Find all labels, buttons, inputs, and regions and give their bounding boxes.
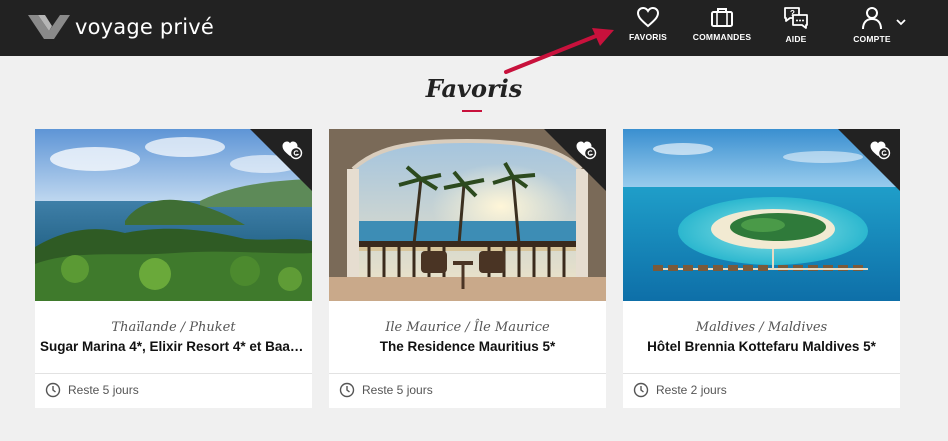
annotation-arrow-icon bbox=[504, 28, 614, 74]
card-footer: Reste 2 jours bbox=[633, 380, 727, 400]
chevron-down-icon[interactable] bbox=[896, 18, 906, 26]
clock-icon bbox=[339, 382, 355, 398]
card-remaining-time: Reste 2 jours bbox=[656, 383, 727, 397]
clock-icon bbox=[633, 382, 649, 398]
card-divider bbox=[623, 373, 900, 374]
card-remaining-time: Reste 5 jours bbox=[362, 383, 433, 397]
favorite-card[interactable]: Maldives / Maldives Hôtel Brennia Kottef… bbox=[623, 129, 900, 408]
card-hotel-name[interactable]: The Residence Mauritius 5* bbox=[334, 339, 601, 354]
card-divider bbox=[35, 373, 312, 374]
page-title: Favoris bbox=[425, 74, 523, 103]
card-divider bbox=[329, 373, 606, 374]
voyage-prive-logo[interactable]: voyage privé bbox=[28, 13, 214, 41]
card-hotel-name[interactable]: Sugar Marina 4*, Elixir Resort 4* et Baa… bbox=[40, 339, 307, 354]
user-icon bbox=[862, 7, 882, 30]
nav-compte-label: COMPTE bbox=[853, 34, 891, 44]
nav-commandes[interactable]: COMMANDES bbox=[688, 6, 756, 50]
card-location: Thaïlande / Phuket bbox=[111, 320, 236, 335]
card-location: Ile Maurice / Île Maurice bbox=[385, 320, 550, 335]
nav-favoris-label: FAVORIS bbox=[628, 32, 668, 42]
favorite-heart-icon[interactable] bbox=[281, 138, 303, 160]
nav-aide[interactable]: ? AIDE bbox=[772, 6, 820, 50]
card-footer: Reste 5 jours bbox=[45, 380, 139, 400]
logo-text: voyage privé bbox=[75, 15, 215, 39]
svg-text:?: ? bbox=[790, 9, 795, 18]
nav-favoris[interactable]: FAVORIS bbox=[622, 6, 674, 50]
card-footer: Reste 5 jours bbox=[339, 380, 433, 400]
top-header: voyage privé FAVORIS COMMANDES ? AIDE CO… bbox=[0, 0, 948, 56]
favorite-heart-icon[interactable] bbox=[869, 138, 891, 160]
suitcase-icon bbox=[711, 8, 733, 27]
favorite-card[interactable]: Thaïlande / Phuket Sugar Marina 4*, Elix… bbox=[35, 129, 312, 408]
heart-icon bbox=[636, 6, 660, 28]
clock-icon bbox=[45, 382, 61, 398]
nav-compte[interactable]: COMPTE bbox=[846, 6, 898, 50]
favorite-heart-icon[interactable] bbox=[575, 138, 597, 160]
favorite-card[interactable]: Ile Maurice / Île Maurice The Residence … bbox=[329, 129, 606, 408]
title-underline bbox=[462, 110, 482, 112]
chat-help-icon: ? bbox=[784, 7, 808, 29]
nav-commandes-label: COMMANDES bbox=[692, 32, 752, 42]
card-location: Maldives / Maldives bbox=[695, 320, 828, 335]
logo-mark-icon bbox=[28, 15, 70, 39]
card-hotel-name[interactable]: Hôtel Brennia Kottefaru Maldives 5* bbox=[628, 339, 895, 354]
card-remaining-time: Reste 5 jours bbox=[68, 383, 139, 397]
nav-aide-label: AIDE bbox=[785, 34, 807, 44]
